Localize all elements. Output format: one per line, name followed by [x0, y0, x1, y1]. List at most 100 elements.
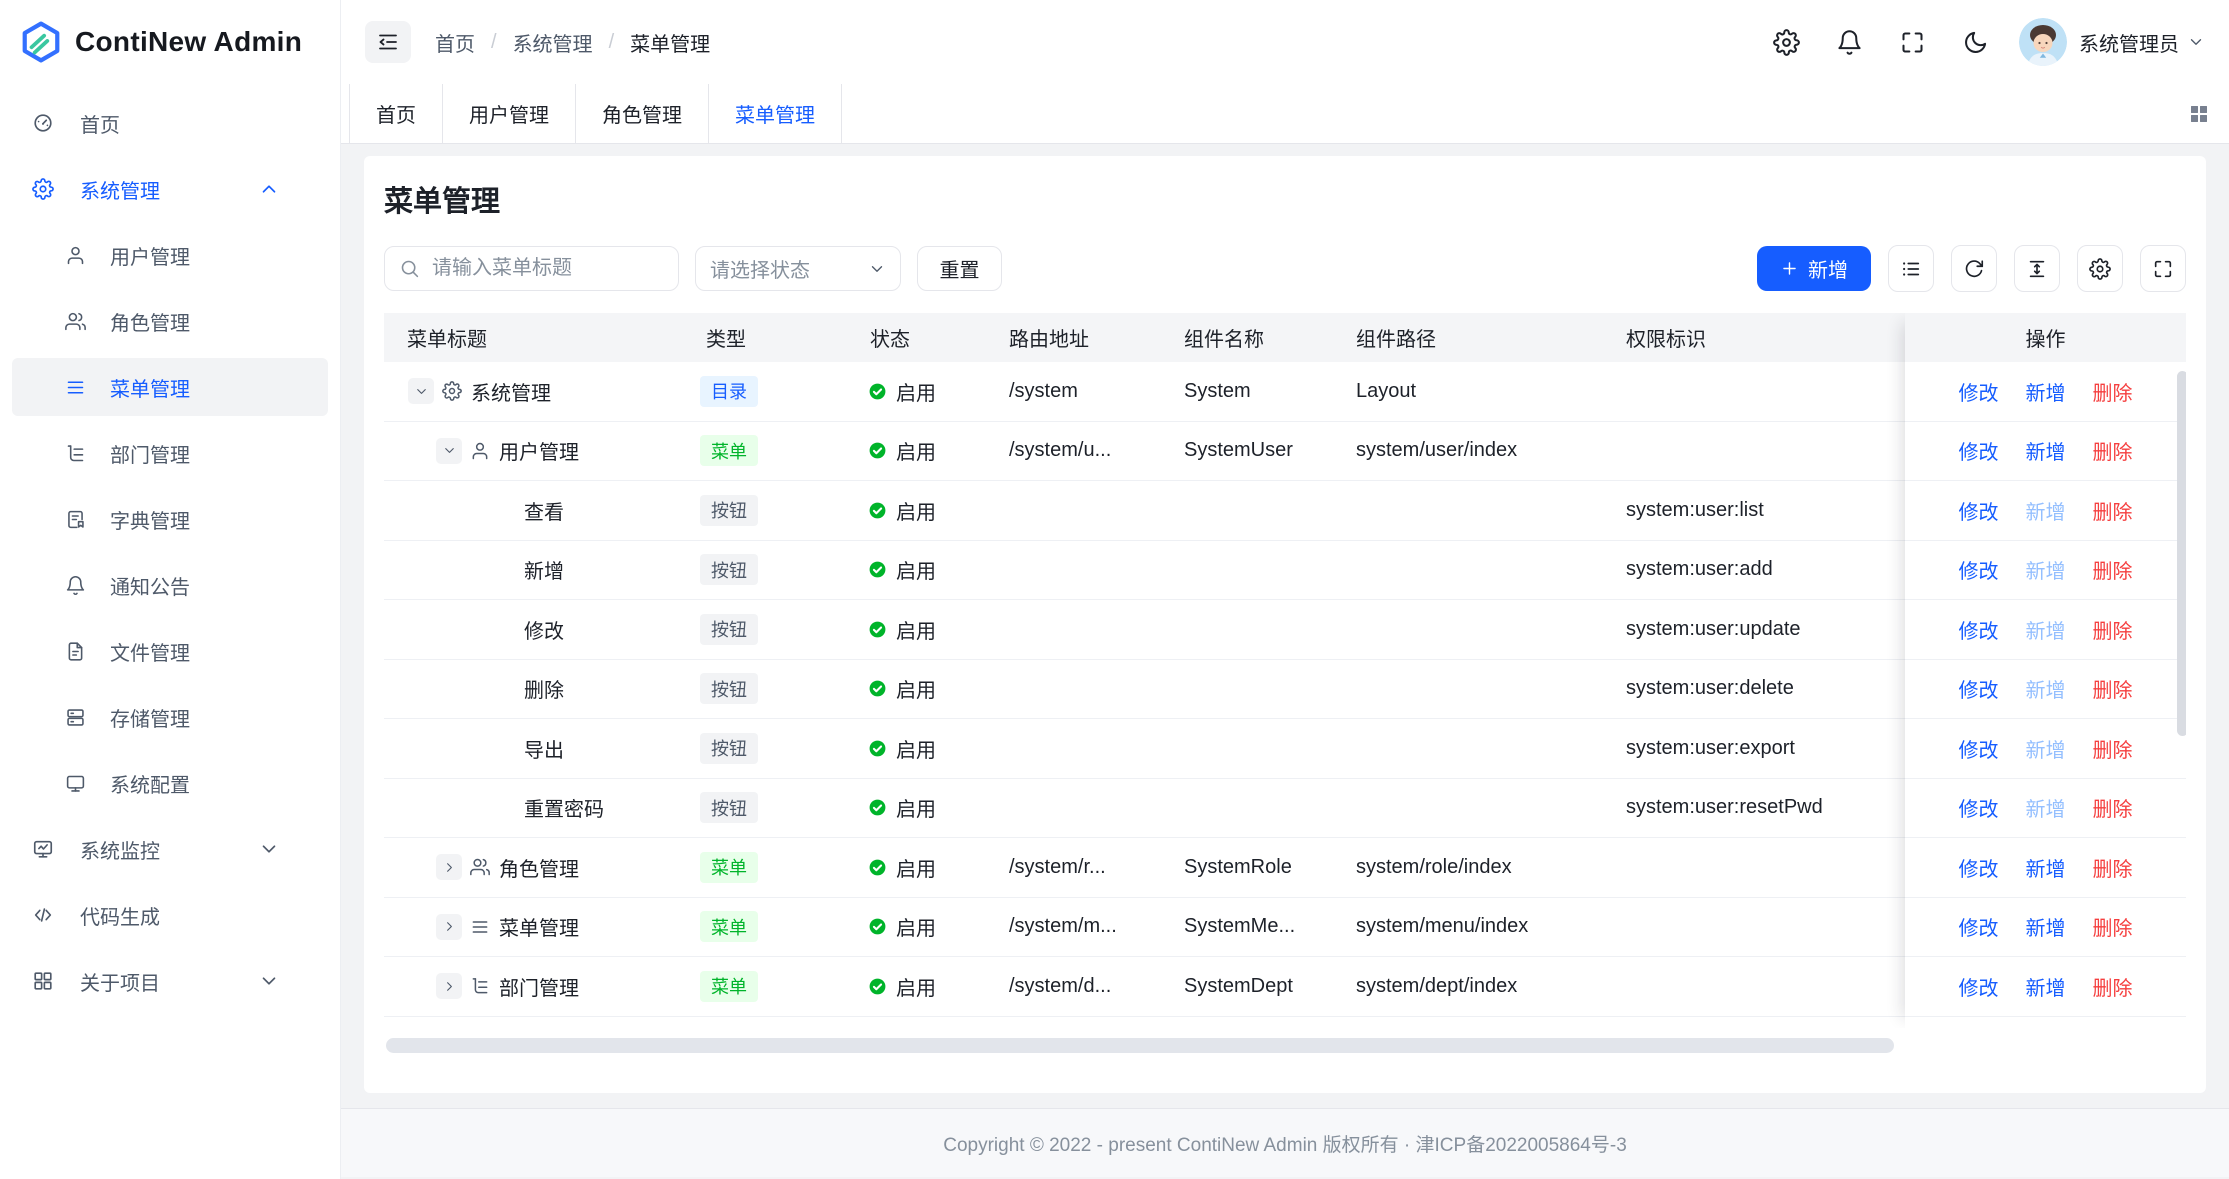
add-link[interactable]: 新增	[2026, 436, 2066, 465]
collapse-row-toggle[interactable]	[436, 438, 462, 464]
add-link[interactable]: 新增	[2026, 912, 2066, 941]
add-link[interactable]: 新增	[2026, 377, 2066, 406]
users-icon	[470, 857, 490, 877]
edit-link[interactable]: 修改	[1959, 793, 1999, 822]
type-badge: 菜单	[700, 971, 758, 1002]
column-header-route: 路由地址	[1009, 313, 1089, 362]
search-input[interactable]	[430, 256, 664, 281]
expand-row-toggle[interactable]	[436, 854, 462, 880]
operations-row: 修改新增删除	[1905, 779, 2186, 839]
list-icon	[1900, 258, 1922, 280]
monitor-chart-icon	[32, 838, 54, 860]
refresh-button[interactable]	[1951, 245, 1997, 292]
sidebar-item-storage-management[interactable]: 存储管理	[12, 688, 328, 746]
sidebar-item-menu-management[interactable]: 菜单管理	[12, 358, 328, 416]
chevron-down-icon	[258, 838, 280, 860]
edit-link[interactable]: 修改	[1959, 912, 1999, 941]
vertical-scrollbar[interactable]	[2177, 371, 2186, 736]
add-link[interactable]: 新增	[2026, 615, 2066, 644]
sidebar-item-user-management[interactable]: 用户管理	[12, 226, 328, 284]
sidebar-item-system-management[interactable]: 系统管理	[12, 160, 328, 218]
row-height-button[interactable]	[2014, 245, 2060, 292]
app-logo[interactable]: ContiNew Admin	[0, 0, 340, 84]
dashboard-icon	[32, 112, 54, 134]
moon-icon[interactable]	[1962, 29, 1989, 56]
sidebar-item-system-config[interactable]: 系统配置	[12, 754, 328, 812]
expand-row-toggle[interactable]	[436, 914, 462, 940]
edit-link[interactable]: 修改	[1959, 674, 1999, 703]
type-badge: 按钮	[700, 733, 758, 764]
user-icon	[470, 441, 490, 461]
sidebar-item-file-management[interactable]: 文件管理	[12, 622, 328, 680]
edit-link[interactable]: 修改	[1959, 972, 1999, 1001]
status-cell: 启用	[868, 719, 936, 778]
tab-user-management[interactable]: 用户管理	[443, 84, 576, 143]
status-cell: 启用	[868, 362, 936, 421]
breadcrumb-home[interactable]: 首页	[435, 28, 475, 57]
status-cell: 启用	[868, 422, 936, 481]
add-link[interactable]: 新增	[2026, 496, 2066, 525]
sidebar-item-dept-management[interactable]: 部门管理	[12, 424, 328, 482]
avatar[interactable]	[2019, 18, 2067, 66]
edit-link[interactable]: 修改	[1959, 555, 1999, 584]
chevron-down-icon[interactable]	[2187, 33, 2205, 51]
add-link[interactable]: 新增	[2026, 793, 2066, 822]
tab-home[interactable]: 首页	[349, 84, 443, 143]
add-button[interactable]: 新增	[1757, 246, 1871, 291]
edit-link[interactable]: 修改	[1959, 853, 1999, 882]
delete-link[interactable]: 删除	[2093, 972, 2133, 1001]
add-link[interactable]: 新增	[2026, 853, 2066, 882]
delete-link[interactable]: 删除	[2093, 377, 2133, 406]
header-actions: 系统管理员	[1737, 18, 2205, 66]
delete-link[interactable]: 删除	[2093, 436, 2133, 465]
expand-row-toggle[interactable]	[436, 973, 462, 999]
grid-icon	[32, 970, 54, 992]
add-link[interactable]: 新增	[2026, 674, 2066, 703]
edit-link[interactable]: 修改	[1959, 734, 1999, 763]
delete-link[interactable]: 删除	[2093, 793, 2133, 822]
list-view-button[interactable]	[1888, 245, 1934, 292]
sidebar-item-role-management[interactable]: 角色管理	[12, 292, 328, 350]
sidebar-item-home[interactable]: 首页	[12, 94, 328, 152]
tab-role-management[interactable]: 角色管理	[576, 84, 709, 143]
delete-link[interactable]: 删除	[2093, 496, 2133, 525]
sidebar-item-dict-management[interactable]: 字典管理	[12, 490, 328, 548]
collapse-row-toggle[interactable]	[408, 378, 434, 404]
edit-link[interactable]: 修改	[1959, 436, 1999, 465]
operations-row: 修改新增删除	[1905, 719, 2186, 779]
status-select[interactable]: 请选择状态	[695, 246, 901, 291]
fullscreen-icon[interactable]	[1899, 29, 1926, 56]
delete-link[interactable]: 删除	[2093, 555, 2133, 584]
column-header-component-path: 组件路径	[1356, 313, 1436, 362]
sidebar-item-code-generation[interactable]: 代码生成	[12, 886, 328, 944]
bell-icon[interactable]	[1836, 29, 1863, 56]
horizontal-scrollbar[interactable]	[386, 1038, 1894, 1053]
add-link[interactable]: 新增	[2026, 972, 2066, 1001]
column-settings-button[interactable]	[2077, 245, 2123, 292]
delete-link[interactable]: 删除	[2093, 912, 2133, 941]
add-link[interactable]: 新增	[2026, 555, 2066, 584]
delete-link[interactable]: 删除	[2093, 615, 2133, 644]
table-fullscreen-button[interactable]	[2140, 245, 2186, 292]
edit-link[interactable]: 修改	[1959, 615, 1999, 644]
delete-link[interactable]: 删除	[2093, 674, 2133, 703]
add-link[interactable]: 新增	[2026, 734, 2066, 763]
collapse-sidebar-button[interactable]	[365, 21, 411, 63]
sidebar-item-about-project[interactable]: 关于项目	[12, 952, 328, 1010]
sidebar-item-notice[interactable]: 通知公告	[12, 556, 328, 614]
user-name[interactable]: 系统管理员	[2079, 28, 2179, 57]
edit-link[interactable]: 修改	[1959, 496, 1999, 525]
copyright-text: Copyright © 2022 - present ContiNew Admi…	[943, 1130, 1627, 1157]
breadcrumb-system[interactable]: 系统管理	[513, 28, 593, 57]
status-cell: 启用	[868, 898, 936, 957]
reset-button[interactable]: 重置	[917, 246, 1002, 291]
sidebar-item-system-monitor[interactable]: 系统监控	[12, 820, 328, 878]
edit-link[interactable]: 修改	[1959, 377, 1999, 406]
tab-actions-button[interactable]	[2187, 84, 2229, 143]
tab-menu-management[interactable]: 菜单管理	[709, 84, 842, 143]
gear-icon[interactable]	[1773, 29, 1800, 56]
delete-link[interactable]: 删除	[2093, 734, 2133, 763]
org-tree-icon	[470, 976, 490, 996]
delete-link[interactable]: 删除	[2093, 853, 2133, 882]
refresh-icon	[1963, 258, 1985, 280]
